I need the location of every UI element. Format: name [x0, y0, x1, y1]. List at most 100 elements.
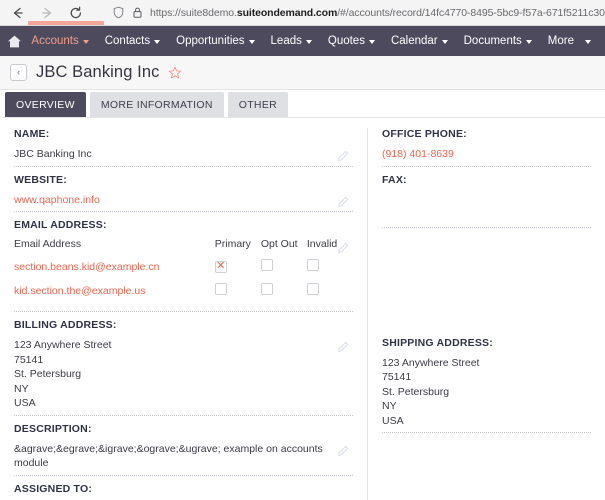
- column-header-opt-out: Opt Out: [260, 238, 298, 250]
- column-header-primary: Primary: [214, 238, 251, 250]
- nav-item-label: Leads: [270, 35, 302, 47]
- field-label: NAME:: [14, 128, 50, 140]
- field-label: WEBSITE:: [14, 173, 67, 186]
- pencil-icon[interactable]: [337, 149, 349, 162]
- back-arrow-icon[interactable]: [10, 5, 26, 21]
- pencil-icon[interactable]: [337, 340, 349, 353]
- tab-overview[interactable]: OVERVIEW: [5, 92, 86, 117]
- table-row: kid.section.the@example.us: [14, 283, 353, 307]
- chevron-down-icon: [368, 40, 375, 44]
- address-line: St. Petersburg: [382, 385, 450, 398]
- lock-icon: [131, 6, 144, 19]
- invalid-checkbox[interactable]: [306, 259, 319, 271]
- address-line: 75141: [382, 371, 412, 383]
- field-label: FAX:: [382, 173, 407, 186]
- nav-item-label: Calendar: [390, 35, 438, 47]
- field-fax: FAX:: [382, 174, 591, 228]
- primary-cell: [214, 283, 261, 307]
- shield-icon: [112, 6, 125, 19]
- field-value-link[interactable]: www.qaphone.info: [14, 193, 353, 208]
- email-address-table: Email Address Primary Opt Out Invalid se…: [14, 238, 353, 307]
- field-email-address: EMAIL ADDRESS: Email Address Primary Opt…: [14, 219, 353, 312]
- home-icon[interactable]: [6, 34, 23, 49]
- reload-icon[interactable]: [68, 5, 84, 21]
- field-description: DESCRIPTION: &agrave;&egrave;&igrave;&og…: [14, 423, 353, 476]
- left-column: NAME: JBC Banking Inc WEBSITE: www.qapho…: [0, 128, 368, 500]
- right-column-spacer: [382, 235, 591, 337]
- url-suffix: /#/accounts/record/14fc4770-8495-5bc9-f5…: [337, 6, 605, 19]
- tab-other[interactable]: OTHER: [227, 92, 288, 117]
- star-outline-icon[interactable]: [168, 66, 182, 80]
- url-domain: suiteondemand.com: [236, 6, 338, 19]
- opt-out-checkbox[interactable]: [260, 259, 273, 271]
- column-header-email: Email Address: [14, 238, 82, 250]
- browser-nav-buttons: [6, 5, 84, 21]
- forward-arrow-icon[interactable]: [39, 5, 55, 21]
- back-to-list-button[interactable]: ‹: [10, 64, 27, 81]
- chevron-down-icon: [525, 40, 532, 44]
- pencil-icon[interactable]: [337, 444, 349, 456]
- nav-item-more[interactable]: More: [540, 35, 599, 47]
- field-name: NAME: JBC Banking Inc: [14, 128, 353, 167]
- chevron-down-icon: [585, 40, 591, 44]
- nav-item-calendar[interactable]: Calendar: [383, 35, 456, 47]
- primary-checkbox[interactable]: [214, 283, 227, 295]
- tab-label: OVERVIEW: [16, 98, 75, 111]
- record-tabs: OVERVIEW MORE INFORMATION OTHER: [0, 90, 605, 118]
- nav-item-label: Contacts: [104, 35, 151, 47]
- nav-item-accounts[interactable]: Accounts: [23, 35, 96, 47]
- record-detail-panel: NAME: JBC Banking Inc WEBSITE: www.qapho…: [0, 118, 605, 500]
- nav-item-label: More: [547, 35, 574, 47]
- pencil-icon[interactable]: [337, 241, 349, 254]
- nav-item-contacts[interactable]: Contacts: [97, 35, 168, 47]
- tab-more-information[interactable]: MORE INFORMATION: [89, 92, 224, 117]
- pencil-icon[interactable]: [337, 195, 349, 207]
- check-x-icon: ✕: [216, 260, 226, 273]
- nav-item-label: Documents: [463, 35, 522, 47]
- field-shipping-address: SHIPPING ADDRESS: 123 Anywhere Street 75…: [382, 336, 591, 433]
- nav-item-opportunities[interactable]: Opportunities: [168, 35, 262, 47]
- address-line: 75141: [14, 353, 44, 366]
- url-prefix: https://suite8demo.: [150, 6, 237, 19]
- field-label: EMAIL ADDRESS:: [14, 219, 107, 231]
- nav-item-documents[interactable]: Documents: [456, 35, 540, 47]
- field-assigned-to: ASSIGNED TO: chris: [14, 483, 353, 500]
- address-bar[interactable]: https://suite8demo.suiteondemand.com/#/a…: [112, 3, 605, 23]
- email-address-value[interactable]: kid.section.the@example.us: [14, 283, 215, 307]
- opt-out-cell: [260, 283, 307, 307]
- opt-out-checkbox[interactable]: [260, 283, 273, 295]
- chevron-down-icon: [441, 40, 448, 44]
- chevron-down-icon: [305, 40, 312, 44]
- active-tab-indicator: [28, 21, 104, 25]
- address-line: 123 Anywhere Street: [382, 356, 480, 369]
- nav-item-quotes[interactable]: Quotes: [320, 35, 383, 47]
- field-value: [382, 193, 591, 223]
- field-website: WEBSITE: www.qaphone.info: [14, 173, 353, 212]
- invalid-cell: [306, 283, 353, 307]
- page-title: JBC Banking Inc: [36, 63, 160, 81]
- chevron-down-icon: [248, 40, 255, 44]
- address-line: 123 Anywhere Street: [14, 339, 112, 351]
- field-label: SHIPPING ADDRESS:: [382, 336, 493, 349]
- invalid-cell: [306, 259, 353, 283]
- chevron-down-icon: [154, 40, 161, 44]
- field-label: OFFICE PHONE:: [382, 128, 467, 140]
- address-line: USA: [382, 414, 404, 427]
- nav-item-leads[interactable]: Leads: [263, 35, 320, 47]
- field-value: &agrave;&egrave;&igrave;&ograve;&ugrave;…: [14, 442, 323, 470]
- address-line: St. Petersburg: [14, 368, 82, 380]
- table-header-row: Email Address Primary Opt Out Invalid: [14, 238, 353, 259]
- primary-checkbox[interactable]: ✕: [214, 260, 227, 273]
- field-billing-address: BILLING ADDRESS: 123 Anywhere Street 751…: [14, 319, 353, 416]
- address-line: NY: [14, 382, 29, 395]
- chevron-down-icon: [82, 40, 89, 44]
- field-label: DESCRIPTION:: [14, 422, 92, 435]
- url-text: https://suite8demo.suiteondemand.com/#/a…: [150, 7, 605, 19]
- nav-item-label: Accounts: [31, 35, 79, 47]
- table-row: section.beans.kid@example.cn ✕: [14, 259, 353, 283]
- field-value-link[interactable]: (918) 401-8639: [382, 147, 591, 162]
- back-chevron-icon: ‹: [17, 67, 20, 77]
- email-address-value[interactable]: section.beans.kid@example.cn: [14, 259, 215, 283]
- invalid-checkbox[interactable]: [306, 283, 319, 295]
- record-header: ‹ JBC Banking Inc: [0, 56, 605, 90]
